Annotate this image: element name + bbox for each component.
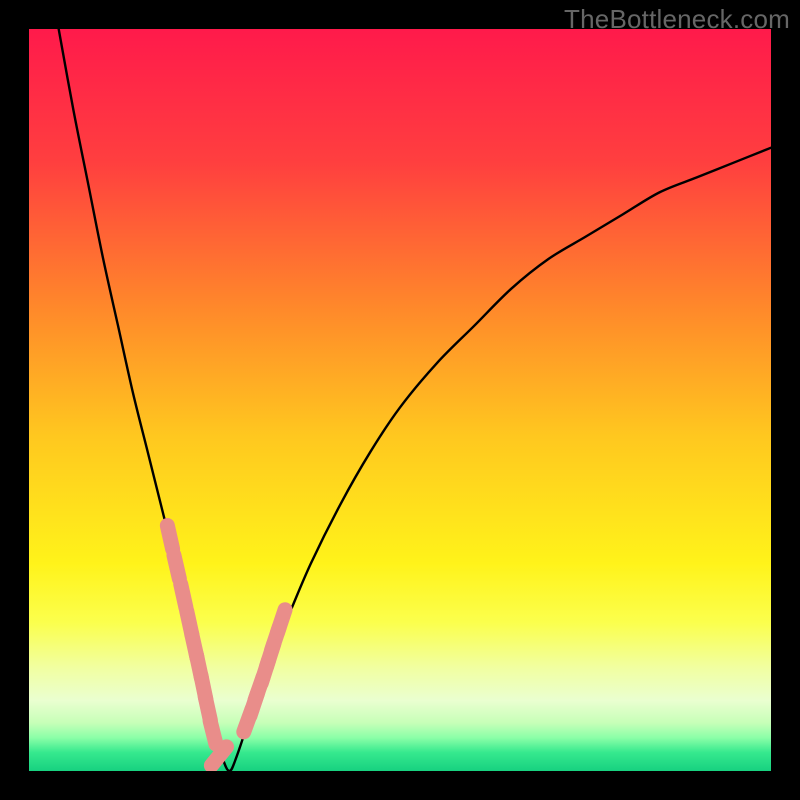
marker-capsule [277,610,285,633]
marker-capsule [210,721,216,744]
outer-frame: TheBottleneck.com [0,0,800,800]
watermark-text: TheBottleneck.com [564,4,790,35]
highlight-markers [167,526,285,766]
plot-area [29,29,771,771]
bottleneck-curve [59,29,771,771]
chart-svg [29,29,771,771]
marker-capsule [167,526,172,549]
marker-capsule [174,555,179,578]
